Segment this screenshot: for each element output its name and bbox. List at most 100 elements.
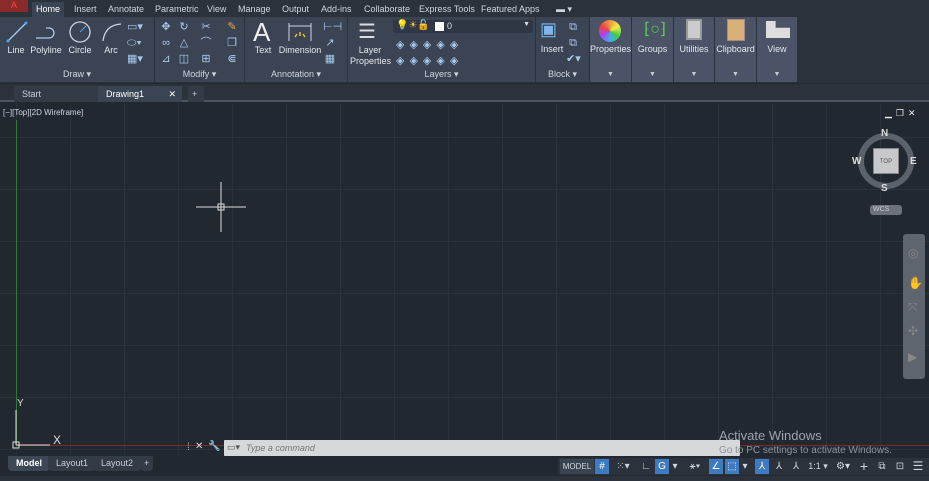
clipboard-button[interactable]: Clipboard ▼ (715, 17, 757, 82)
tab-insert[interactable]: Insert (70, 2, 101, 17)
polyline-button[interactable]: Polyline (29, 45, 63, 56)
properties-button[interactable]: Properties ▼ (590, 17, 632, 82)
customization-menu-icon[interactable]: ☰ (910, 459, 926, 474)
offset-icon[interactable]: ⋐ (225, 53, 239, 65)
tab-home[interactable]: Home (32, 2, 65, 17)
object-snap-tracking-icon[interactable]: ∠ (709, 459, 723, 474)
wcs-menu[interactable]: WCS (870, 205, 902, 215)
app-logo[interactable]: A (0, 0, 28, 12)
tab-collaborate[interactable]: Collaborate (360, 2, 414, 17)
minimize-icon[interactable]: ▁ (885, 108, 896, 118)
add-layout-button[interactable]: + (140, 456, 154, 471)
tab-annotate[interactable]: Annotate (104, 2, 148, 17)
chevron-down-icon[interactable]: ▾ (670, 459, 680, 474)
command-history-icon[interactable]: ▭▾ (227, 442, 240, 453)
model-space-button[interactable]: MODEL (560, 459, 594, 474)
compass-west[interactable]: W (852, 156, 861, 167)
rotate-icon[interactable]: ↻ (177, 21, 191, 33)
workspace-toggle-icon[interactable]: ▬ ▾ (552, 2, 576, 17)
tab-featured-apps[interactable]: Featured Apps (477, 2, 544, 17)
new-tab-button[interactable]: + (188, 86, 204, 102)
orbit-icon[interactable]: ✣ (908, 324, 918, 338)
snap-mode-icon[interactable]: ⁙▾ (612, 459, 634, 474)
stretch-icon[interactable]: ⊿ (159, 53, 173, 65)
pan-icon[interactable]: ✋ (908, 276, 923, 290)
dimension-button[interactable]: Dimension (277, 45, 323, 56)
annotation-panel-label[interactable]: Annotation ▾ (245, 69, 347, 80)
restore-icon[interactable]: ❐ (896, 108, 908, 118)
block-panel-label[interactable]: Block ▾ (536, 69, 589, 80)
linear-dimension-icon[interactable]: ⊢⊣ (323, 21, 342, 33)
explode-icon[interactable]: ❒ (225, 37, 239, 49)
edit-block-icon[interactable]: ⧉ (566, 37, 580, 49)
tab-layout1[interactable]: Layout1 (48, 456, 97, 471)
fillet-icon[interactable]: ⌒ (199, 37, 213, 49)
tab-drawing1[interactable]: Drawing1 ✕ (98, 86, 182, 102)
leader-icon[interactable]: ↗ (323, 37, 337, 49)
groups-button[interactable]: ⁅○⁆ Groups ▼ (632, 17, 674, 82)
erase-icon[interactable]: ✎ (225, 21, 239, 33)
rectangle-icon[interactable]: ▭▾ (127, 21, 143, 33)
block-attributes-icon[interactable]: ✔▾ (566, 53, 581, 65)
tab-start[interactable]: Start (14, 86, 98, 102)
annotation-monitor-icon[interactable]: + (857, 459, 871, 474)
tab-layout2[interactable]: Layout2 (93, 456, 142, 471)
ortho-icon[interactable]: ∟ (640, 459, 652, 474)
compass-north[interactable]: N (881, 128, 888, 139)
isodraft-icon[interactable]: ⚹▾ (684, 459, 706, 474)
layer-dropdown[interactable]: 💡☀🔓 0 ▼ (393, 20, 533, 33)
create-block-icon[interactable]: ⧉ (566, 21, 580, 33)
clean-screen-icon[interactable]: ⊡ (893, 459, 907, 474)
tab-manage[interactable]: Manage (234, 2, 275, 17)
close-command-line-icon[interactable]: ✕ (195, 441, 203, 452)
compass-east[interactable]: E (910, 156, 917, 167)
tab-output[interactable]: Output (278, 2, 313, 17)
auto-scale-icon[interactable]: ⅄ (772, 459, 786, 474)
workspace-gear-icon[interactable]: ⚙▾ (831, 459, 855, 474)
mirror-icon[interactable]: △ (177, 37, 191, 49)
ellipse-icon[interactable]: ⬭▾ (127, 37, 142, 49)
view-button[interactable]: View ▼ (757, 17, 798, 82)
chevron-down-icon[interactable]: ▾ (740, 459, 750, 474)
hatch-icon[interactable]: ▦▾ (127, 53, 143, 65)
compass-south[interactable]: S (881, 183, 888, 194)
scale-icon[interactable]: ◫ (177, 53, 191, 65)
layer-properties-button[interactable]: Layer Properties (350, 45, 391, 67)
array-icon[interactable]: ⊞ (199, 53, 213, 65)
circle-button[interactable]: Circle (66, 45, 94, 56)
annotation-scale-icon[interactable]: ⅄ (789, 459, 803, 474)
object-snap-icon[interactable]: ⬚ (725, 459, 739, 474)
annotation-visibility-icon[interactable]: ⅄ (755, 459, 769, 474)
command-line-grip[interactable]: ⁞ (187, 442, 190, 453)
tab-parametric[interactable]: Parametric (151, 2, 203, 17)
command-input[interactable] (246, 441, 726, 455)
draw-panel-label[interactable]: Draw ▾ (0, 69, 154, 80)
close-icon[interactable]: ✕ (168, 86, 176, 102)
close-icon[interactable]: ✕ (908, 108, 920, 118)
layer-tools-row-1[interactable]: ◈◈◈◈◈ (396, 38, 463, 51)
viewport-controls-label[interactable]: [−][Top][2D Wireframe] (3, 108, 83, 117)
showmotion-icon[interactable]: ▶ (908, 350, 917, 364)
tab-express-tools[interactable]: Express Tools (415, 2, 479, 17)
customize-wrench-icon[interactable]: 🔧 (208, 441, 220, 452)
text-button[interactable]: Text (251, 45, 275, 56)
trim-icon[interactable]: ✂ (199, 21, 213, 33)
tab-model[interactable]: Model (8, 456, 50, 471)
tab-view[interactable]: View (203, 2, 230, 17)
grid-toggle-icon[interactable]: # (595, 459, 609, 474)
layer-tools-row-2[interactable]: ◈◈◈◈◈ (396, 54, 463, 67)
zoom-extents-icon[interactable]: ⤧ (908, 300, 918, 315)
annotation-scale-dropdown[interactable]: 1:1 ▾ (806, 459, 830, 474)
utilities-button[interactable]: Utilities ▼ (674, 17, 715, 82)
drawing-canvas[interactable] (0, 103, 929, 455)
steering-wheel-icon[interactable]: ◎ (908, 246, 918, 260)
arc-button[interactable]: Arc (100, 45, 122, 56)
insert-button[interactable]: Insert (538, 44, 566, 55)
polar-tracking-icon[interactable]: G (655, 459, 669, 474)
tab-addins[interactable]: Add-ins (317, 2, 356, 17)
copy-icon[interactable]: ∞ (159, 37, 173, 49)
table-icon[interactable]: ▦ (323, 53, 337, 65)
layers-panel-label[interactable]: Layers ▾ (348, 69, 535, 80)
move-icon[interactable]: ✥ (159, 21, 173, 33)
viewcube-top-face[interactable]: TOP (873, 148, 899, 174)
